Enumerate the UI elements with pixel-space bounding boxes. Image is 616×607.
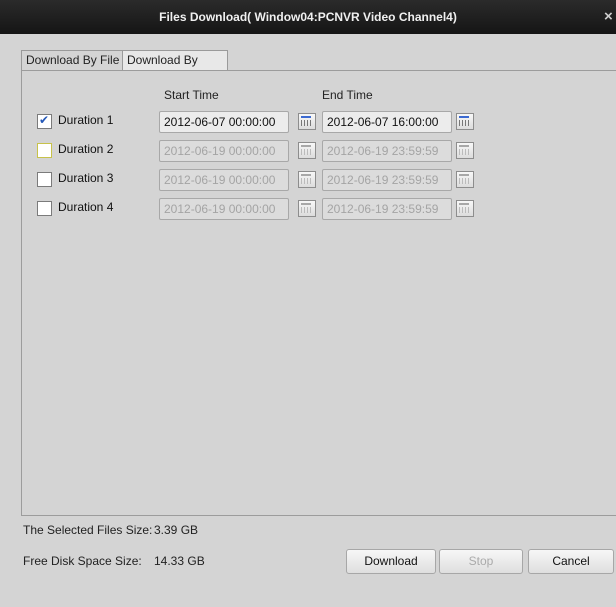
duration-label: Duration 3 xyxy=(58,171,114,185)
close-icon[interactable]: × xyxy=(604,8,616,25)
free-space-value: 14.33 GB xyxy=(154,554,205,568)
start-time-field: 2012-06-19 00:00:00 xyxy=(159,169,289,191)
duration-row: Duration 4 2012-06-19 00:00:00 2012-06-1… xyxy=(22,198,616,222)
duration-2-checkbox[interactable] xyxy=(37,143,52,158)
calendar-icon xyxy=(456,171,474,188)
duration-row: Duration 3 2012-06-19 00:00:00 2012-06-1… xyxy=(22,169,616,193)
duration-row: Duration 2 2012-06-19 00:00:00 2012-06-1… xyxy=(22,140,616,164)
end-time-value: 2012-06-19 23:59:59 xyxy=(327,202,439,216)
cancel-button[interactable]: Cancel xyxy=(528,549,614,574)
start-time-field: 2012-06-19 00:00:00 xyxy=(159,198,289,220)
selected-size-value: 3.39 GB xyxy=(154,523,199,537)
duration-1-checkbox[interactable] xyxy=(37,113,52,129)
window-title: Files Download( Window04:PCNVR Video Cha… xyxy=(159,10,457,24)
selected-size-label: The Selected Files Size: xyxy=(23,523,153,537)
duration-label: Duration 1 xyxy=(58,113,114,127)
end-time-value: 2012-06-19 23:59:59 xyxy=(327,144,439,158)
tab-download-by-date[interactable]: Download By Date xyxy=(122,50,228,86)
calendar-icon xyxy=(456,200,474,217)
start-time-value: 2012-06-19 00:00:00 xyxy=(164,144,276,158)
calendar-icon xyxy=(298,142,316,159)
start-time-value: 2012-06-19 00:00:00 xyxy=(164,202,276,216)
start-time-value: 2012-06-07 00:00:00 xyxy=(164,115,276,129)
files-download-dialog: Files Download( Window04:PCNVR Video Cha… xyxy=(0,0,616,607)
download-button[interactable]: Download xyxy=(346,549,436,574)
end-time-field: 2012-06-19 23:59:59 xyxy=(322,198,452,220)
duration-label: Duration 4 xyxy=(58,200,114,214)
duration-3-checkbox[interactable] xyxy=(37,172,52,187)
stop-button: Stop xyxy=(439,549,523,574)
end-time-field[interactable]: 2012-06-07 16:00:00 xyxy=(322,111,452,133)
end-time-field: 2012-06-19 23:59:59 xyxy=(322,140,452,162)
start-time-field: 2012-06-19 00:00:00 xyxy=(159,140,289,162)
free-space-label: Free Disk Space Size: xyxy=(23,554,142,568)
start-time-field[interactable]: 2012-06-07 00:00:00 xyxy=(159,111,289,133)
tab-download-by-file[interactable]: Download By File xyxy=(21,50,126,70)
start-time-value: 2012-06-19 00:00:00 xyxy=(164,173,276,187)
title-bar: Files Download( Window04:PCNVR Video Cha… xyxy=(0,0,616,34)
duration-4-checkbox[interactable] xyxy=(37,201,52,216)
calendar-icon xyxy=(456,142,474,159)
calendar-icon xyxy=(298,171,316,188)
duration-label: Duration 2 xyxy=(58,142,114,156)
end-time-field: 2012-06-19 23:59:59 xyxy=(322,169,452,191)
download-by-date-panel: Start Time End Time Duration 1 2012-06-0… xyxy=(21,70,616,516)
end-time-header: End Time xyxy=(322,88,373,102)
duration-row: Duration 1 2012-06-07 00:00:00 2012-06-0… xyxy=(22,111,616,135)
start-time-header: Start Time xyxy=(164,88,219,102)
end-time-value: 2012-06-07 16:00:00 xyxy=(327,115,439,129)
calendar-icon[interactable] xyxy=(456,113,474,130)
calendar-icon[interactable] xyxy=(298,113,316,130)
calendar-icon xyxy=(298,200,316,217)
end-time-value: 2012-06-19 23:59:59 xyxy=(327,173,439,187)
